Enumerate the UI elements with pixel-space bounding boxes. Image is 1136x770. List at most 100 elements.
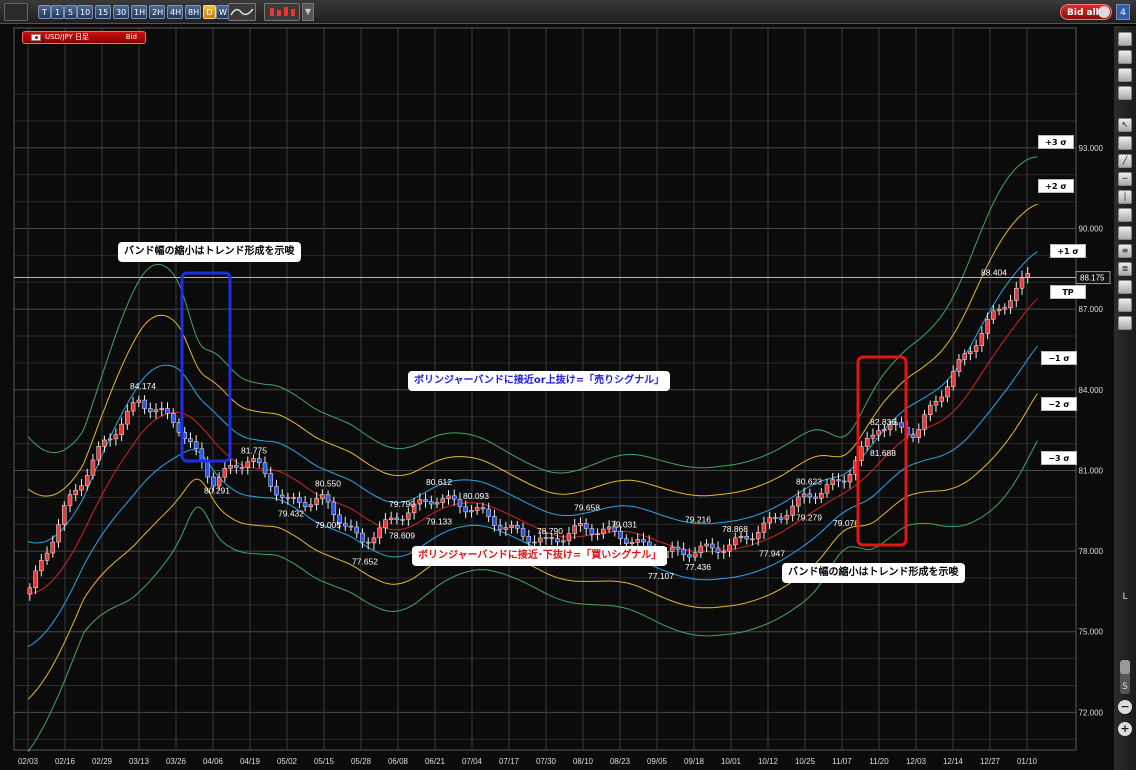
candle-body [985,318,990,334]
sidebar-tool-icon[interactable] [1118,298,1132,312]
candle-body [945,386,950,398]
current-price-label: 88.175 [1080,274,1105,283]
trendline-icon[interactable]: ╱ [1118,154,1132,168]
candle-body [119,423,124,436]
candle-body [302,502,308,508]
candle-body [251,458,256,462]
x-tick-label: 03/26 [166,757,187,766]
fibonacci-icon[interactable]: ≣ [1118,262,1132,276]
x-tick-label: 06/21 [425,757,446,766]
sidebar-tool-icon[interactable] [1118,280,1132,294]
sidebar-tool-icon[interactable] [1118,226,1132,240]
candle-body [480,507,486,510]
squeeze-annotation-right: バンド幅の縮小はトレンド形成を示唆 [782,563,965,583]
candle-body [463,506,468,513]
timeframe-button-30[interactable]: 30 [113,5,129,19]
zoom-large-label: L [1122,592,1128,602]
timeframe-button-2H[interactable]: 2H [149,5,165,19]
timeframe-button-4H[interactable]: 4H [167,5,183,19]
timeframe-button-T[interactable]: T [38,5,51,19]
vertical-line-icon[interactable]: │ [1118,190,1132,204]
zoom-out-icon[interactable]: − [1118,700,1132,714]
x-tick-label: 05/15 [314,757,335,766]
color-icon[interactable] [1118,316,1132,330]
candle-body [176,422,182,433]
currency-pair-label[interactable]: USD/JPY 日足 Bid [22,31,146,44]
candle-body [1008,300,1013,308]
x-tick-label: 05/02 [277,757,298,766]
price-label: 79.279 [796,513,822,523]
x-tick-label: 11/07 [832,757,852,766]
candle-body [113,434,119,440]
crosshair-tool-icon[interactable] [4,3,28,21]
sigma-label-plus1: +1 σ [1050,244,1086,258]
candle-body [526,536,532,543]
timeframe-button-8H[interactable]: 8H [185,5,201,19]
squeeze-annotation-left: バンド幅の縮小はトレンド形成を示唆 [118,242,301,262]
timeframe-button-1[interactable]: 1 [51,5,64,19]
zoom-in-icon[interactable]: + [1118,722,1132,736]
candle-body [635,539,641,543]
sidebar-tool-icon[interactable] [1118,208,1132,222]
price-label: 77.947 [759,549,785,559]
price-label: 79.216 [685,514,711,524]
x-tick-label: 11/20 [869,757,889,766]
sidebar-tool-icon[interactable] [1118,32,1132,46]
pointer-icon[interactable]: ↖ [1118,118,1132,132]
candle-body [572,525,577,534]
candle-body [681,548,686,556]
x-tick-label: 05/28 [351,757,372,766]
candle-body [33,570,38,589]
candle-body [796,496,801,507]
candle-body [870,434,876,439]
candle-body [968,351,973,355]
candle-body [882,429,887,432]
sidebar-tool-icon[interactable] [1118,50,1132,64]
candle-body [417,499,423,505]
candle-body [755,532,761,540]
candle-body [996,308,1002,312]
candlestick-chart-icon[interactable] [264,3,300,21]
sell-signal-annotation: ボリンジャーバンドに接近or上抜け=「売りシグナル」 [408,371,671,391]
candle-body [486,508,491,517]
candle-body [973,345,979,352]
chart-area: 84.174 80.291 81.775 79.432 80.550 79.005 77.6… [0,24,1114,770]
candle-body [308,504,314,508]
candle-body [864,438,870,447]
channel-icon[interactable]: ≡ [1118,244,1132,258]
line-chart-icon[interactable] [228,3,256,21]
sidebar-tool-icon[interactable] [1118,136,1132,150]
timeframe-button-D[interactable]: D [203,5,216,19]
candle-body [830,479,835,485]
candle-body [165,408,170,414]
sidebar-tool-icon[interactable] [1118,86,1132,100]
candle-body [159,408,165,410]
chevron-down-icon[interactable]: ▼ [302,3,314,21]
timeframe-button-10[interactable]: 10 [77,5,93,19]
candle-body [320,494,325,499]
x-tick-label: 12/14 [943,757,964,766]
layout-number-badge[interactable]: 4 [1116,4,1130,20]
candle-body [62,505,67,525]
timeframe-button-1H[interactable]: 1H [131,5,147,19]
timeframe-button-5[interactable]: 5 [64,5,77,19]
price-label: 78.609 [389,531,415,541]
candle-body [589,528,595,535]
candle-body [910,434,916,438]
candle-body [457,498,463,508]
candle-body [773,517,778,519]
candle-body [710,543,715,549]
x-tick-label: 01/10 [1017,757,1038,766]
timeframe-button-15[interactable]: 15 [95,5,111,19]
candle-body [538,537,543,543]
candle-body [148,408,153,413]
price-label: 88.404 [981,267,1007,277]
candle-body [245,461,251,469]
candle-body [738,536,744,539]
zoom-slider-thumb[interactable] [1120,660,1130,674]
bid-all-toggle[interactable]: Bid all [1060,4,1112,20]
candle-body [836,479,841,482]
horizontal-line-icon[interactable]: ─ [1118,172,1132,186]
candle-body [73,489,78,495]
sidebar-tool-icon[interactable] [1118,68,1132,82]
